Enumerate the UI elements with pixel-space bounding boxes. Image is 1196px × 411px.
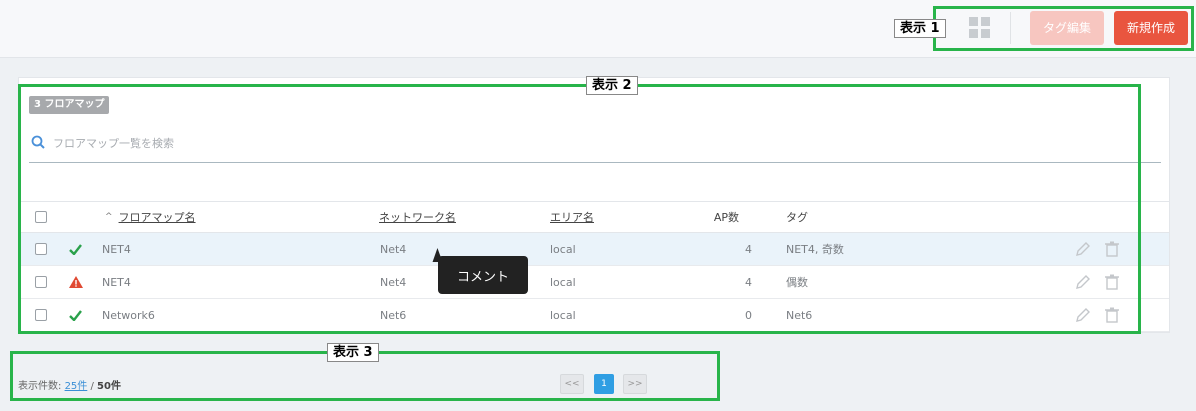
annotation-label-3: 表示 3 [327,343,379,362]
annotation-label-1: 表示 1 [894,19,946,38]
annotation-box-1 [933,6,1194,51]
annotation-label-2: 表示 2 [586,76,638,95]
annotation-box-2 [18,84,1141,334]
